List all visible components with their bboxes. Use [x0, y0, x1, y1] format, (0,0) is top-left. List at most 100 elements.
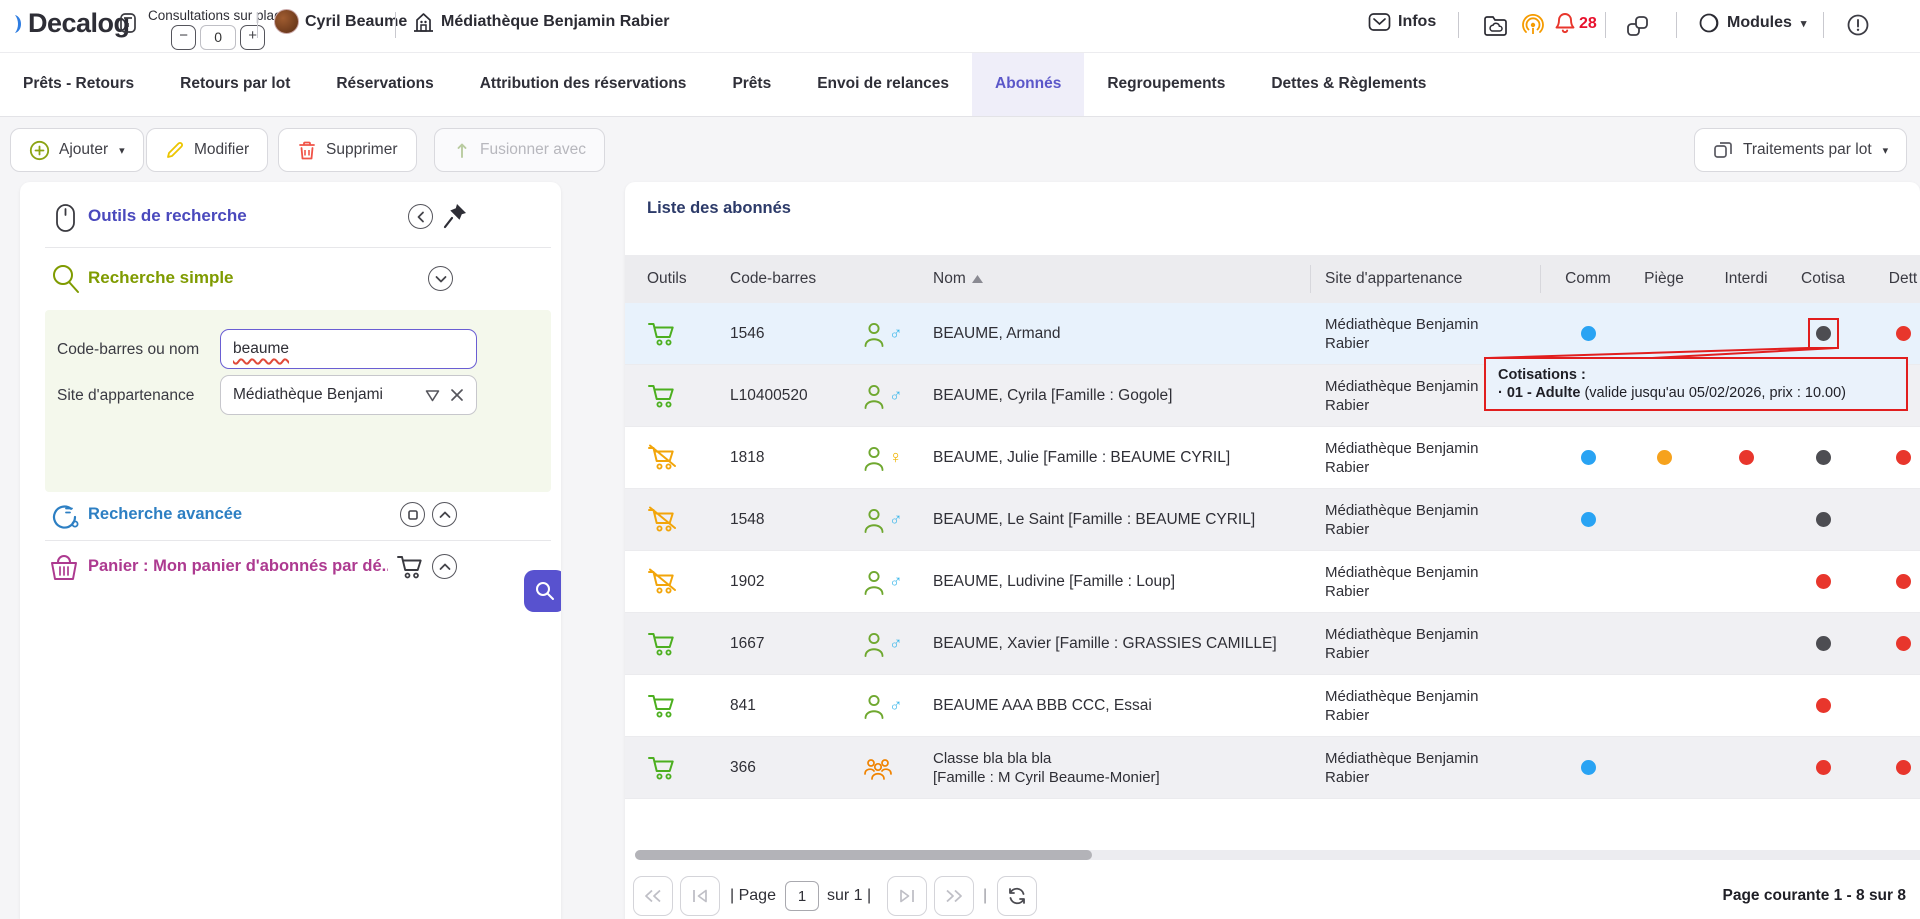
search-input[interactable]: beaume — [220, 329, 477, 369]
header-nom[interactable]: Nom — [933, 255, 1308, 303]
person-icon — [863, 569, 885, 595]
indicator-dot-cotisa[interactable] — [1816, 636, 1831, 651]
batch-processing-button[interactable]: Traitements par lot ▾ — [1694, 128, 1907, 172]
loan-cart-button[interactable] — [637, 737, 717, 798]
table-row[interactable]: 1548♂BEAUME, Le Saint [Famille : BEAUME … — [625, 489, 1920, 551]
loan-cart-button[interactable] — [637, 675, 717, 736]
indicator-dot-cotisa[interactable] — [1816, 760, 1831, 775]
loan-cart-button[interactable] — [637, 613, 717, 674]
header-cotisa[interactable]: Cotisa — [1785, 255, 1861, 303]
subscriber-type-icons: ♂ — [863, 613, 929, 674]
indicator-dot-dett[interactable] — [1896, 574, 1911, 589]
notifications-button[interactable]: 28 — [1554, 12, 1597, 35]
horizontal-scrollbar-thumb[interactable] — [635, 850, 1092, 860]
modify-button[interactable]: Modifier — [146, 128, 268, 172]
tab-pr-ts-retours[interactable]: Prêts - Retours — [0, 52, 157, 116]
header-interd[interactable]: Interdi — [1710, 255, 1782, 303]
loan-cart-button[interactable] — [637, 551, 717, 612]
header-outils[interactable]: Outils — [637, 255, 717, 303]
indicator-dot-interd[interactable] — [1739, 450, 1754, 465]
table-row[interactable]: 1818♀BEAUME, Julie [Famille : BEAUME CYR… — [625, 427, 1920, 489]
current-site[interactable]: Médiathèque Benjamin Rabier — [413, 11, 670, 33]
indicator-dot-cotisa[interactable] — [1816, 326, 1831, 341]
last-page-button[interactable] — [934, 876, 974, 916]
indicator-dot-comm[interactable] — [1581, 326, 1596, 341]
collapse-panel-button[interactable] — [408, 204, 433, 229]
loan-cart-button[interactable] — [637, 303, 717, 364]
collapse-simple-search-button[interactable] — [428, 266, 453, 291]
table-row[interactable]: 841♂BEAUME AAA BBB CCC, EssaiMédiathèque… — [625, 675, 1920, 737]
indicator-dot-cotisa[interactable] — [1816, 450, 1831, 465]
name-cell[interactable]: BEAUME AAA BBB CCC, Essai — [933, 675, 1308, 736]
loan-cart-button[interactable] — [637, 489, 717, 550]
site-combobox[interactable]: Médiathèque Benjami — [220, 375, 477, 415]
alert-circle-icon[interactable] — [1846, 13, 1870, 37]
header-piege[interactable]: Piège — [1626, 255, 1702, 303]
user-name[interactable]: Cyril Beaume — [305, 13, 407, 31]
add-button[interactable]: Ajouter ▾ — [10, 128, 144, 172]
broadcast-icon[interactable] — [1521, 14, 1545, 38]
indicator-dot-comm[interactable] — [1581, 450, 1596, 465]
decrement-button[interactable]: − — [171, 25, 196, 50]
tab-abonn-s[interactable]: Abonnés — [972, 52, 1084, 116]
previous-page-button[interactable] — [680, 876, 720, 916]
indicator-dot-dett[interactable] — [1896, 760, 1911, 775]
loan-cart-button[interactable] — [637, 427, 717, 488]
indicator-dot-dett[interactable] — [1896, 636, 1911, 651]
tab-envoi-de-relances[interactable]: Envoi de relances — [794, 52, 972, 116]
table-row[interactable]: 1902♂BEAUME, Ludivine [Famille : Loup]Mé… — [625, 551, 1920, 613]
merge-button[interactable]: Fusionner avec — [434, 128, 605, 172]
indicator-dot-dett[interactable] — [1896, 326, 1911, 341]
expand-advanced-search-button[interactable] — [432, 502, 457, 527]
tab-regroupements[interactable]: Regroupements — [1084, 52, 1248, 116]
indicator-dot-comm[interactable] — [1581, 512, 1596, 527]
folder-cloud-icon[interactable] — [1483, 15, 1508, 37]
name-cell[interactable]: BEAUME, Armand — [933, 303, 1308, 364]
increment-button[interactable]: + — [240, 25, 265, 50]
header-comm[interactable]: Comm — [1550, 255, 1626, 303]
link-icon[interactable] — [1626, 14, 1651, 38]
consultations-count[interactable]: 0 — [200, 25, 236, 50]
name-cell[interactable]: Classe bla bla bla[Famille : M Cyril Bea… — [933, 737, 1308, 798]
name-cell[interactable]: BEAUME, Julie [Famille : BEAUME CYRIL] — [933, 427, 1308, 488]
dropdown-triangle-icon[interactable] — [425, 389, 440, 402]
first-page-button[interactable] — [633, 876, 673, 916]
pin-icon[interactable] — [442, 202, 468, 230]
table-row[interactable]: 366Classe bla bla bla[Famille : M Cyril … — [625, 737, 1920, 799]
loan-cart-button[interactable] — [637, 365, 717, 426]
delete-button[interactable]: Supprimer — [278, 128, 417, 172]
search-submit-button[interactable] — [524, 570, 561, 612]
indicator-dot-cotisa[interactable] — [1816, 574, 1831, 589]
indicator-dot-cotisa[interactable] — [1816, 698, 1831, 713]
header-site[interactable]: Site d'appartenance — [1325, 255, 1493, 303]
tab-r-servations[interactable]: Réservations — [313, 52, 456, 116]
basket-cart-button[interactable] — [396, 554, 424, 580]
tab-dettes-r-glements[interactable]: Dettes & Règlements — [1248, 52, 1449, 116]
app-logo[interactable]: Decalog — [12, 8, 130, 39]
horizontal-scrollbar-track[interactable] — [635, 850, 1920, 860]
indicator-dot-cotisa[interactable] — [1816, 512, 1831, 527]
next-page-button[interactable] — [887, 876, 927, 916]
table-row[interactable]: 1546♂BEAUME, ArmandMédiathèque Benjamin … — [625, 303, 1920, 365]
indicator-dot-piege[interactable] — [1657, 450, 1672, 465]
name-cell[interactable]: BEAUME, Ludivine [Famille : Loup] — [933, 551, 1308, 612]
tab-attribution-des-r-servations[interactable]: Attribution des réservations — [457, 52, 710, 116]
header-dett[interactable]: Dett — [1865, 255, 1920, 303]
table-row[interactable]: 1667♂BEAUME, Xavier [Famille : GRASSIES … — [625, 613, 1920, 675]
indicator-dot-dett[interactable] — [1896, 450, 1911, 465]
indicator-dot-comm[interactable] — [1581, 760, 1596, 775]
tab-pr-ts[interactable]: Prêts — [709, 52, 794, 116]
infos-button[interactable]: Infos — [1368, 12, 1436, 32]
user-avatar[interactable] — [274, 9, 299, 34]
tab-retours-par-lot[interactable]: Retours par lot — [157, 52, 313, 116]
refresh-button[interactable] — [997, 876, 1037, 916]
name-cell[interactable]: BEAUME, Xavier [Famille : GRASSIES CAMIL… — [933, 613, 1308, 674]
advanced-search-window-button[interactable] — [400, 502, 425, 527]
modules-menu[interactable]: Modules ▾ — [1698, 12, 1806, 34]
name-cell[interactable]: BEAUME, Le Saint [Famille : BEAUME CYRIL… — [933, 489, 1308, 550]
expand-basket-button[interactable] — [432, 554, 457, 579]
header-code-barres[interactable]: Code-barres — [730, 255, 855, 303]
clear-icon[interactable] — [450, 388, 464, 402]
name-cell[interactable]: BEAUME, Cyrila [Famille : Gogole] — [933, 365, 1308, 426]
page-number-input[interactable]: 1 — [785, 881, 819, 911]
